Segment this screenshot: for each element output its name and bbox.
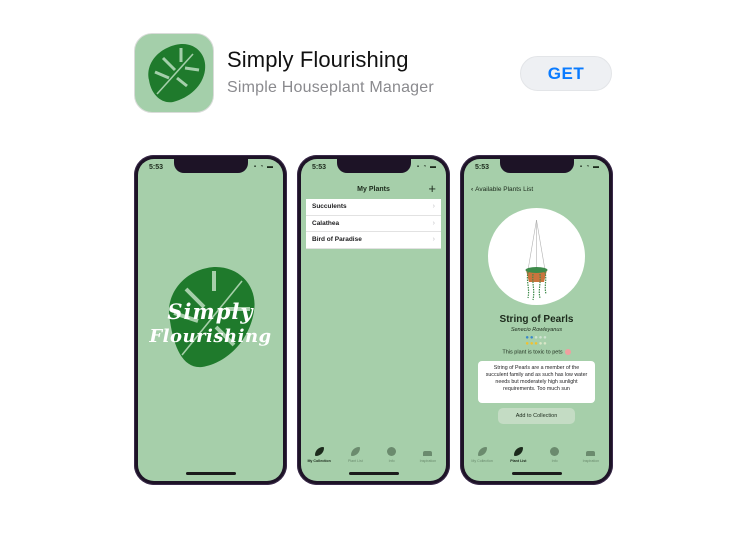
add-plant-button[interactable]: + xyxy=(428,181,436,196)
leaf-outline-icon xyxy=(350,447,360,456)
tab-label: Inspiration xyxy=(582,459,600,463)
info-icon xyxy=(550,447,560,456)
screenshot-plant-detail: 5:53 ▪ ◔ ▬ ‹ Available Plants List String… xyxy=(460,155,613,485)
chevron-right-icon: › xyxy=(432,219,435,227)
plant-name: Calathea xyxy=(312,219,340,227)
plant-name: Succulents xyxy=(312,203,347,211)
tab-bar: My Collection Plant List Info Inspiratio… xyxy=(464,445,609,471)
toxicity-note: This plant is toxic to pets xyxy=(464,349,609,355)
splash-title-line1: Simply xyxy=(167,299,254,324)
home-indicator xyxy=(511,472,562,475)
tab-label: My Collection xyxy=(471,459,493,463)
my-plants-screen: 5:53 ▪ ◔ ▬ My Plants + Succulents › Cala… xyxy=(301,159,446,481)
home-indicator xyxy=(185,472,236,475)
plant-image xyxy=(488,208,585,305)
add-to-collection-button[interactable]: Add to Collection xyxy=(498,408,575,424)
sun-icon: ● xyxy=(543,341,548,347)
status-time: 5:53 xyxy=(312,164,327,171)
tab-my-collection[interactable]: My Collection xyxy=(303,447,336,463)
leaf-icon xyxy=(477,447,487,456)
tab-label: Inspiration xyxy=(419,459,437,463)
sunrise-icon xyxy=(586,451,596,456)
tab-inspiration[interactable]: Inspiration xyxy=(574,447,607,463)
status-icons: ▪ ◔ ▬ xyxy=(579,164,600,170)
tab-plant-list[interactable]: Plant List xyxy=(502,447,535,463)
tab-bar: My Collection Plant List Info Inspiratio… xyxy=(301,445,446,471)
chevron-right-icon: › xyxy=(432,203,435,211)
back-button[interactable]: ‹ Available Plants List xyxy=(471,186,533,193)
app-icon xyxy=(134,33,214,113)
tab-label: Plant List xyxy=(347,459,363,463)
notch xyxy=(173,159,248,173)
leaf-icon xyxy=(314,447,324,456)
get-button[interactable]: GET xyxy=(520,56,612,91)
tab-plant-list[interactable]: Plant List xyxy=(339,447,372,463)
status-time: 5:53 xyxy=(475,164,490,171)
plant-description: String of Pearls are a member of the suc… xyxy=(478,361,595,403)
tab-label: Info xyxy=(388,459,395,463)
app-subtitle: Simple Houseplant Manager xyxy=(227,79,434,96)
plant-name: Bird of Paradise xyxy=(312,236,362,244)
hanging-plant-illustration xyxy=(525,219,548,301)
list-item[interactable]: Calathea › xyxy=(306,216,441,232)
status-time: 5:53 xyxy=(149,164,164,171)
tab-label: My Collection xyxy=(307,459,331,463)
chevron-left-icon: ‹ xyxy=(471,186,474,193)
tab-info[interactable]: Info xyxy=(375,447,408,463)
tab-info[interactable]: Info xyxy=(538,447,571,463)
screenshot-splash: 5:53 ▪ ◔ ▬ Simply Flourishing xyxy=(134,155,287,485)
status-icons: ▪ ◔ ▬ xyxy=(253,164,274,170)
nav-title: My Plants xyxy=(357,186,390,193)
splash-title-line2: Flourishing xyxy=(149,326,272,347)
leaf-outline-icon xyxy=(513,447,523,456)
warning-icon xyxy=(564,349,571,355)
plant-name: String of Pearls xyxy=(499,314,574,325)
tab-inspiration[interactable]: Inspiration xyxy=(411,447,444,463)
screenshot-my-plants: 5:53 ▪ ◔ ▬ My Plants + Succulents › Cala… xyxy=(297,155,450,485)
tab-my-collection[interactable]: My Collection xyxy=(466,447,499,463)
list-item[interactable]: Bird of Paradise › xyxy=(306,232,441,249)
app-name: Simply Flourishing xyxy=(227,47,409,72)
back-label: Available Plants List xyxy=(475,186,534,193)
tab-label: Info xyxy=(551,459,558,463)
care-rating: ●●●●● ●●●●● xyxy=(464,335,609,347)
monstera-leaf-icon xyxy=(148,43,206,103)
status-icons: ▪ ◔ ▬ xyxy=(416,164,437,170)
notch xyxy=(336,159,411,173)
home-indicator xyxy=(348,472,399,475)
notch xyxy=(499,159,574,173)
list-item[interactable]: Succulents › xyxy=(306,199,441,216)
plant-detail-screen: 5:53 ▪ ◔ ▬ ‹ Available Plants List String… xyxy=(464,159,609,481)
splash-screen: 5:53 ▪ ◔ ▬ Simply Flourishing xyxy=(138,159,283,481)
scientific-name: Senecio Rowleyanus xyxy=(510,327,563,333)
chevron-right-icon: › xyxy=(432,236,435,244)
tab-label: Plant List xyxy=(510,459,527,463)
sunrise-icon xyxy=(423,451,433,456)
toxicity-text: This plant is toxic to pets xyxy=(502,349,563,356)
plant-list: Succulents › Calathea › Bird of Paradise… xyxy=(306,199,441,249)
info-icon xyxy=(387,447,397,456)
